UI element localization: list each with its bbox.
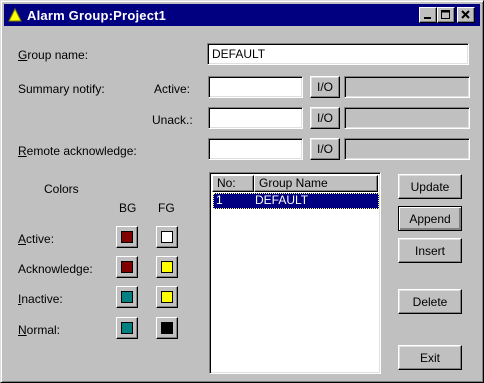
- list-item[interactable]: 1 DEFAULT: [213, 193, 379, 209]
- remote-acknowledge-label: Remote acknowledge:: [18, 144, 137, 158]
- acknowledge-fg-color-button[interactable]: [156, 256, 178, 278]
- remote-acknowledge-input[interactable]: [208, 138, 303, 160]
- normal-bg-swatch: [121, 322, 133, 334]
- fg-column-label: FG: [158, 201, 175, 215]
- colors-heading: Colors: [44, 182, 79, 196]
- color-row-inactive-label: Inactive:: [18, 292, 63, 306]
- color-row-active-label: Active:: [18, 232, 55, 246]
- append-button[interactable]: Append: [398, 206, 462, 231]
- active-bg-color-button[interactable]: [116, 226, 138, 248]
- remote-acknowledge-io-button[interactable]: I/O: [310, 138, 340, 160]
- alarm-group-list[interactable]: No: Group Name 1 DEFAULT: [209, 172, 381, 374]
- active-fg-color-button[interactable]: [156, 226, 178, 248]
- normal-fg-color-button[interactable]: [156, 317, 178, 339]
- active-fg-swatch: [161, 231, 173, 243]
- unack-notify-input[interactable]: [208, 107, 303, 129]
- maximize-button[interactable]: [437, 7, 455, 23]
- acknowledge-fg-swatch: [161, 261, 173, 273]
- acknowledge-bg-color-button[interactable]: [116, 256, 138, 278]
- column-header-no[interactable]: No:: [212, 175, 254, 192]
- close-button[interactable]: [457, 7, 475, 23]
- inactive-fg-swatch: [161, 291, 173, 303]
- remote-acknowledge-io-display: [344, 138, 470, 160]
- color-row-normal-label: Normal:: [18, 323, 61, 337]
- maximize-icon: [441, 10, 450, 19]
- close-icon: [461, 10, 470, 19]
- inactive-bg-swatch: [121, 291, 133, 303]
- column-header-group-name[interactable]: Group Name: [254, 175, 378, 192]
- window-title: Alarm Group:Project1: [27, 7, 167, 23]
- group-name-label: Group name:: [18, 48, 89, 62]
- color-row-acknowledge-text: Acknowledge:: [18, 262, 93, 276]
- normal-fg-swatch: [161, 322, 173, 334]
- active-notify-label: Active:: [154, 82, 191, 96]
- update-button[interactable]: Update: [398, 174, 462, 199]
- summary-notify-label: Summary notify:: [18, 82, 105, 96]
- insert-button[interactable]: Insert: [398, 238, 462, 263]
- group-name-input[interactable]: [207, 43, 469, 65]
- active-notify-input[interactable]: [208, 76, 303, 98]
- exit-button[interactable]: Exit: [398, 345, 462, 370]
- bg-column-label: BG: [119, 201, 137, 215]
- active-io-button[interactable]: I/O: [310, 76, 340, 98]
- normal-bg-color-button[interactable]: [116, 317, 138, 339]
- delete-button[interactable]: Delete: [398, 289, 462, 314]
- active-bg-swatch: [121, 231, 133, 243]
- alarm-group-window: Alarm Group:Project1 Group name: Summary…: [0, 0, 484, 383]
- inactive-fg-color-button[interactable]: [156, 286, 178, 308]
- minimize-button[interactable]: [419, 7, 437, 23]
- acknowledge-bg-swatch: [121, 261, 133, 273]
- inactive-bg-color-button[interactable]: [116, 286, 138, 308]
- unack-io-button[interactable]: I/O: [310, 107, 340, 129]
- unack-io-display: [344, 107, 470, 129]
- active-io-display: [344, 76, 470, 98]
- unack-notify-label: Unack.:: [152, 113, 193, 127]
- title-bar[interactable]: Alarm Group:Project1: [4, 4, 480, 26]
- color-row-acknowledge-label: Acknowledge:: [18, 262, 93, 276]
- minimize-icon: [424, 17, 431, 19]
- alarm-bell-icon: [8, 7, 22, 22]
- focus-rectangle: [213, 193, 379, 209]
